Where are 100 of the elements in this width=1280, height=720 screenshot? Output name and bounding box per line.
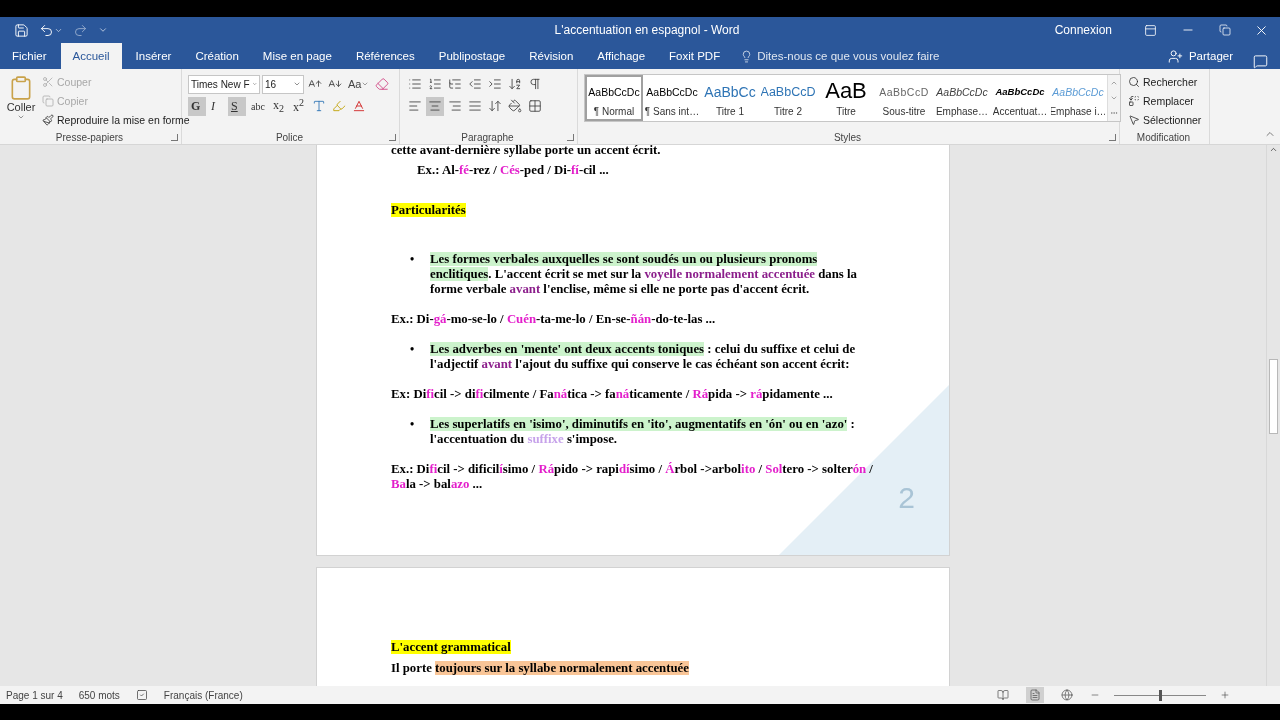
paragraph: cette avant-dernière syllabe porte un accent écrit. bbox=[391, 145, 662, 158]
section-heading: L'accent grammatical bbox=[391, 640, 512, 655]
launcher-icon[interactable] bbox=[389, 134, 396, 141]
numbered-list-icon bbox=[428, 77, 442, 91]
view-button[interactable] bbox=[994, 687, 1012, 703]
align-button[interactable] bbox=[426, 96, 444, 116]
style-name: ¶ Normal bbox=[593, 106, 635, 117]
style-preview: AaB bbox=[825, 81, 867, 103]
eraser-icon bbox=[375, 77, 390, 91]
view-button[interactable] bbox=[1026, 687, 1044, 703]
redo-icon bbox=[73, 22, 88, 38]
list-tree-icon bbox=[448, 77, 462, 91]
restore-icon bbox=[1218, 24, 1231, 36]
word-count[interactable]: 650 mots bbox=[78, 689, 120, 701]
save-button[interactable] bbox=[14, 22, 29, 38]
select-button[interactable]: Sélectionner bbox=[1126, 111, 1204, 129]
style-preview: AaBbCcDc bbox=[1052, 85, 1104, 100]
ribbon-tab[interactable]: Accueil bbox=[60, 43, 122, 69]
sign-in-link[interactable]: Connexion bbox=[1054, 23, 1112, 37]
sub-button[interactable]: x$_{2}$ bbox=[269, 96, 288, 116]
tell-me-field[interactable]: Dites-nous ce que vous voulez faire bbox=[740, 43, 940, 69]
caret-icon bbox=[98, 25, 108, 35]
customize-button[interactable] bbox=[98, 25, 108, 35]
zoom-thumb[interactable] bbox=[1159, 689, 1162, 701]
style-preview: AaBbCcD bbox=[879, 85, 929, 100]
font-size-field[interactable]: 16 bbox=[262, 74, 304, 94]
strike-button[interactable]: abc bbox=[248, 96, 268, 116]
font-name-field[interactable]: Times New F bbox=[188, 74, 260, 94]
underline-button[interactable]: S bbox=[228, 96, 246, 116]
view-button[interactable] bbox=[1058, 687, 1076, 703]
undo-icon bbox=[39, 22, 54, 38]
vertical-scrollbar[interactable] bbox=[1266, 145, 1280, 686]
comments-button[interactable] bbox=[1253, 54, 1268, 69]
pointer-icon bbox=[1128, 114, 1140, 126]
replace-button[interactable]: Remplacer bbox=[1126, 92, 1204, 110]
ribbon-tab[interactable]: Références bbox=[345, 43, 425, 69]
zoom-in-icon bbox=[1220, 690, 1230, 700]
paint-bucket-icon bbox=[508, 99, 522, 113]
scissors-icon bbox=[42, 76, 54, 88]
redo-button[interactable] bbox=[73, 22, 88, 38]
font-color-icon bbox=[351, 99, 366, 113]
sort-icon bbox=[508, 77, 522, 91]
save-icon bbox=[14, 22, 29, 38]
panel-icon bbox=[1144, 23, 1157, 37]
language-label[interactable]: Français (France) bbox=[163, 689, 243, 701]
paragraph: Ex.: Di-gá-mo-se-lo / Cuén-ta-me-lo / En-se-ñán-do-te-las ... bbox=[391, 312, 717, 327]
text-effect-icon bbox=[311, 99, 326, 113]
ribbon-tab[interactable]: Fichier bbox=[2, 43, 57, 69]
scroll-thumb[interactable] bbox=[1269, 359, 1278, 434]
ribbon-tab[interactable]: Publipostage bbox=[428, 43, 516, 69]
caret-icon bbox=[17, 113, 25, 121]
page-count[interactable]: Page 1 sur 4 bbox=[6, 689, 63, 701]
sup-button[interactable]: x$^{2}$ bbox=[289, 96, 308, 116]
window-title: L'accentuation en espagnol - Word bbox=[553, 23, 741, 37]
paintbrush-icon bbox=[42, 114, 54, 126]
paragraph: Ex: Dificil -> dificilmente / Fanática -> fanáticamente / Rápida -> rápidamente ... bbox=[391, 387, 834, 402]
change-case-button[interactable]: Aa bbox=[346, 74, 372, 94]
style-name: Accentuat… bbox=[993, 106, 1047, 117]
caret-up-icon bbox=[1269, 145, 1278, 154]
align-icon bbox=[448, 99, 462, 113]
ribbon-tab[interactable]: Foxit PDF bbox=[659, 43, 731, 69]
align-icon bbox=[468, 99, 482, 113]
ribbon-tab[interactable]: Création bbox=[185, 43, 249, 69]
launcher-icon[interactable] bbox=[567, 134, 574, 141]
style-name: Titre 1 bbox=[716, 106, 744, 117]
style-name: Emphase i… bbox=[1051, 106, 1105, 117]
find-button[interactable]: Rechercher bbox=[1126, 73, 1204, 91]
style-preview: AaBbCcDc bbox=[936, 85, 988, 100]
group-label: Styles bbox=[832, 131, 863, 144]
section-heading: Particularités bbox=[391, 203, 467, 218]
launcher-icon[interactable] bbox=[1109, 134, 1116, 141]
paragraph: Ex.: Dificil -> dificilísimo / Rápido -> rapidísimo / Árbol ->arbolito / Soltero -> solterón / Bala -> balazo ... bbox=[391, 462, 874, 492]
ribbon-tab[interactable]: Affichage bbox=[587, 43, 656, 69]
launcher-icon[interactable] bbox=[171, 134, 178, 141]
ribbon-tab[interactable]: Insérer bbox=[125, 43, 182, 69]
italic-button[interactable]: I bbox=[208, 96, 226, 116]
style-preview: AaBbCcDc bbox=[646, 85, 698, 100]
caret-icon bbox=[293, 80, 301, 88]
example-line: Ex.: Al-fé-rez / Cés-ped / Di-fí-cil ... bbox=[416, 163, 610, 178]
search-icon bbox=[1128, 76, 1140, 88]
share-button[interactable]: Partager bbox=[1161, 43, 1239, 69]
corner-number: 2 bbox=[898, 481, 915, 515]
style-preview: AaBbCcDc bbox=[995, 85, 1045, 99]
group-label: Paragraphe bbox=[460, 131, 515, 144]
pilcrow-icon bbox=[528, 77, 542, 91]
ribbon-tab[interactable]: Révision bbox=[519, 43, 584, 69]
align-icon bbox=[408, 99, 422, 113]
bold-button[interactable]: G bbox=[188, 96, 206, 116]
style-item[interactable]: AaBbCcDc ¶ Normal bbox=[585, 75, 643, 121]
proofing-icon bbox=[135, 689, 148, 701]
paste-button[interactable]: Coller bbox=[6, 73, 36, 131]
bullet-paragraph: • Les superlatifs en 'isimo', diminutifs en 'ito', augmentatifs en 'ón' ou en 'azo' : l'accentuation du suffixe s'impose. bbox=[409, 417, 856, 447]
replace-icon bbox=[1128, 95, 1140, 107]
highlighter-icon bbox=[331, 99, 346, 113]
borders-icon bbox=[528, 99, 542, 113]
page-icon bbox=[1029, 689, 1041, 701]
bullet-paragraph: • Les formes verbales auxquelles se sont soudés un ou plusieurs pronoms enclitiques. L'accent écrit se met sur la voyelle normalement accentuée dans la forme verbale avant l'enclise, même si elle ne porte pas d'accent écrit. bbox=[409, 252, 858, 297]
ribbon-tab[interactable]: Mise en page bbox=[252, 43, 342, 69]
undo-button[interactable] bbox=[39, 22, 63, 38]
style-name: Sous-titre bbox=[882, 106, 926, 117]
